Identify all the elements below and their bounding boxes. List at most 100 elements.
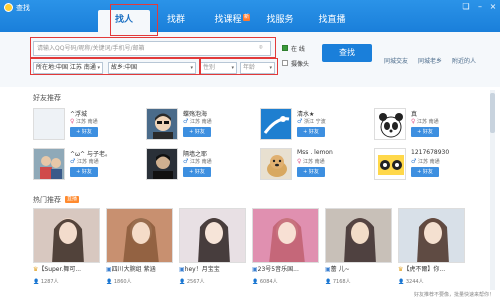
avatar[interactable] xyxy=(374,108,406,140)
viewer-count-text: 2567人 xyxy=(186,279,205,285)
viewer-count-text: 7168人 xyxy=(332,279,351,285)
highlight-box-search xyxy=(30,37,276,58)
camera-checkbox[interactable] xyxy=(282,60,288,66)
live-badge: 直播 xyxy=(65,196,80,203)
live-title: ▣四川大腕组 紫涵 xyxy=(106,264,173,274)
live-card[interactable]: ♛【Super.舞可... 👤 1287人 xyxy=(33,208,100,293)
live-thumbnail xyxy=(325,208,392,263)
title-bar: 查找 ❏ – × 找人 找群 找课程新 找服务 找直播 xyxy=(0,0,500,32)
avatar[interactable] xyxy=(33,148,65,180)
friend-name: Mss . lemon xyxy=(297,149,333,156)
window-title: 查找 xyxy=(16,4,30,12)
local-friends-link[interactable]: 同城交友 xyxy=(384,56,408,65)
highlight-box-filters xyxy=(30,58,200,75)
friend-name: 清水★ xyxy=(297,111,315,118)
friend-meta: ♂ 江苏 南通 xyxy=(183,118,212,125)
friend-name: 蝶殇泡海 xyxy=(183,111,208,118)
gender-icon: ♂ xyxy=(411,158,417,165)
live-card[interactable]: ▣四川大腕组 紫涵 👤 1860人 xyxy=(106,208,173,293)
nearby-people-link[interactable]: 附近的人 xyxy=(452,56,476,65)
friend-name: ^ω^ 与子老。 xyxy=(70,151,111,158)
add-friend-button[interactable]: + 好友 xyxy=(70,167,98,177)
live-card[interactable]: ▣hey！月宝宝 👤 2567人 xyxy=(179,208,246,293)
tab-find-courses[interactable]: 找课程新 xyxy=(202,10,254,32)
live-thumbnail xyxy=(33,208,100,263)
live-title: ▣hey！月宝宝 xyxy=(179,264,246,274)
add-friend-button[interactable]: + 好友 xyxy=(297,127,325,137)
add-friend-button[interactable]: + 好友 xyxy=(183,127,211,137)
add-friend-button[interactable]: + 好友 xyxy=(411,127,439,137)
avatar[interactable] xyxy=(260,148,292,180)
friend-location: 江苏 南通 xyxy=(189,159,212,165)
live-title-text: 四川大腕组 紫涵 xyxy=(111,266,156,273)
live-title-text: 蕾 儿~ xyxy=(330,266,350,273)
friend-location: 浙江 宁波 xyxy=(303,119,326,125)
live-title: ▣23号5音乐国... xyxy=(252,264,319,274)
skin-icon[interactable]: ❏ xyxy=(461,2,471,12)
friend-card: 真 ♀ 江苏 南通 + 好友 xyxy=(374,108,494,148)
gender-icon: ♂ xyxy=(183,118,189,125)
friend-card: ^浮城 ♀ 江苏 南通 + 好友 xyxy=(33,108,153,148)
footer-text: 好友推荐不要像，批量快速来帮你！ xyxy=(413,292,494,298)
live-thumbnail xyxy=(252,208,319,263)
live-title-text: 23号5音乐国... xyxy=(257,266,299,273)
friend-card: 蝶殇泡海 ♂ 江苏 南通 + 好友 xyxy=(146,108,266,148)
viewer-count-text: 1287人 xyxy=(40,279,59,285)
viewer-count-text: 1860人 xyxy=(113,279,132,285)
avatar[interactable] xyxy=(146,108,178,140)
friend-meta: ♂ 浙江 宁波 xyxy=(297,118,326,125)
friend-location: 江苏 南通 xyxy=(417,159,440,165)
live-card[interactable]: ▣蕾 儿~ 👤 7168人 xyxy=(325,208,392,293)
avatar[interactable] xyxy=(146,148,178,180)
live-card[interactable]: ▣23号5音乐国... 👤 6084人 xyxy=(252,208,319,293)
tab-label: 找群 xyxy=(166,15,185,25)
avatar[interactable] xyxy=(374,148,406,180)
viewer-count: 👤 2567人 xyxy=(179,278,205,285)
friend-meta: ♂ 江苏 南通 xyxy=(183,158,212,165)
close-icon[interactable]: × xyxy=(488,2,498,12)
live-thumbnail xyxy=(106,208,173,263)
friend-card: 隔墙之耶 ♂ 江苏 南通 + 好友 xyxy=(146,148,266,188)
gender-icon: ♀ xyxy=(411,118,416,125)
gender-icon: ♂ xyxy=(70,158,76,165)
friend-location: 江苏 南通 xyxy=(303,159,325,165)
tab-label: 找直播 xyxy=(318,15,346,25)
add-friend-button[interactable]: + 好友 xyxy=(411,167,439,177)
live-thumbnail xyxy=(179,208,246,263)
viewer-icon: 👤 xyxy=(179,279,186,285)
add-friend-button[interactable]: + 好友 xyxy=(70,127,98,137)
add-friend-button[interactable]: + 好友 xyxy=(297,167,325,177)
live-title-text: 【Super.舞可... xyxy=(38,266,82,273)
scrollbar[interactable] xyxy=(490,90,495,290)
avatar[interactable] xyxy=(33,108,65,140)
viewer-icon: 👤 xyxy=(398,279,405,285)
friend-location: 江苏 南通 xyxy=(76,159,99,165)
highlight-box-gender-age xyxy=(200,58,278,75)
friend-meta: ♂ 江苏 南通 xyxy=(70,158,99,165)
friend-name: 1217678930 xyxy=(411,149,450,156)
live-card[interactable]: ♛【虎不爾】你... 👤 3244人 xyxy=(398,208,465,293)
tab-find-services[interactable]: 找服务 xyxy=(254,10,306,32)
scroll-thumb[interactable] xyxy=(490,93,495,133)
friend-location: 江苏 南通 xyxy=(417,119,439,125)
friend-meta: ♀ 江苏 南通 xyxy=(411,118,439,125)
avatar[interactable] xyxy=(260,108,292,140)
online-label: 在 线 xyxy=(291,46,305,53)
friend-name: 真 xyxy=(411,111,418,118)
search-button[interactable]: 查找 xyxy=(322,44,372,62)
friend-card: Mss . lemon ♀ 江苏 南通 + 好友 xyxy=(260,148,380,188)
add-friend-button[interactable]: + 好友 xyxy=(183,167,211,177)
friends-section-title: 好友推荐 xyxy=(33,94,61,102)
tab-find-live[interactable]: 找直播 xyxy=(306,10,358,32)
hometown-friends-link[interactable]: 同城老乡 xyxy=(418,56,442,65)
online-checkbox[interactable] xyxy=(282,45,288,51)
live-title-text: 【虎不爾】你... xyxy=(403,266,446,273)
friend-name: 隔墙之耶 xyxy=(183,151,208,158)
tab-label: 找课程 xyxy=(214,15,242,25)
live-title: ▣蕾 儿~ xyxy=(325,264,392,274)
qq-logo-icon xyxy=(4,3,13,12)
minimize-icon[interactable]: – xyxy=(475,2,485,12)
viewer-count: 👤 1287人 xyxy=(33,278,59,285)
new-badge: 新 xyxy=(242,14,250,21)
live-thumbnail xyxy=(398,208,465,263)
